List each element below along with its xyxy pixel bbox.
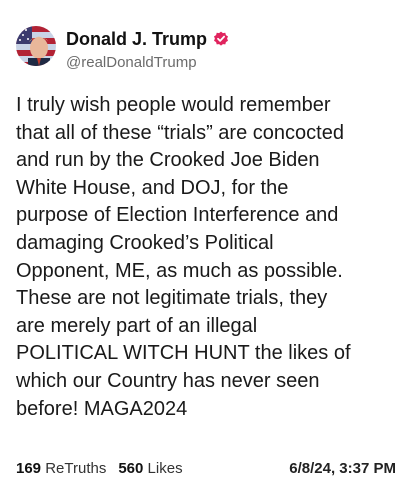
avatar[interactable] bbox=[16, 26, 56, 66]
author-block: Donald J. Trump @realDonaldTrump bbox=[66, 28, 229, 71]
post-text: I truly wish people would remember that … bbox=[16, 94, 351, 420]
verified-badge-icon bbox=[213, 31, 229, 47]
user-handle[interactable]: @realDonaldTrump bbox=[66, 54, 229, 71]
post-card: Donald J. Trump @realDonaldTrump I truly… bbox=[0, 0, 412, 500]
name-row: Donald J. Trump bbox=[66, 28, 229, 50]
post-timestamp[interactable]: 6/8/24, 3:37 PM bbox=[289, 460, 396, 477]
likes-label: Likes bbox=[147, 459, 183, 477]
display-name[interactable]: Donald J. Trump bbox=[66, 29, 207, 50]
retruths-stat[interactable]: 169 ReTruths bbox=[16, 460, 106, 477]
retruths-label: ReTruths bbox=[45, 459, 107, 477]
post-footer: 169 ReTruths 560 Likes 6/8/24, 3:37 PM bbox=[16, 457, 396, 479]
likes-count: 560 bbox=[118, 459, 144, 477]
retruths-count: 169 bbox=[16, 459, 42, 477]
likes-stat[interactable]: 560 Likes bbox=[118, 460, 182, 477]
flag-portrait-avatar-icon bbox=[16, 26, 56, 66]
